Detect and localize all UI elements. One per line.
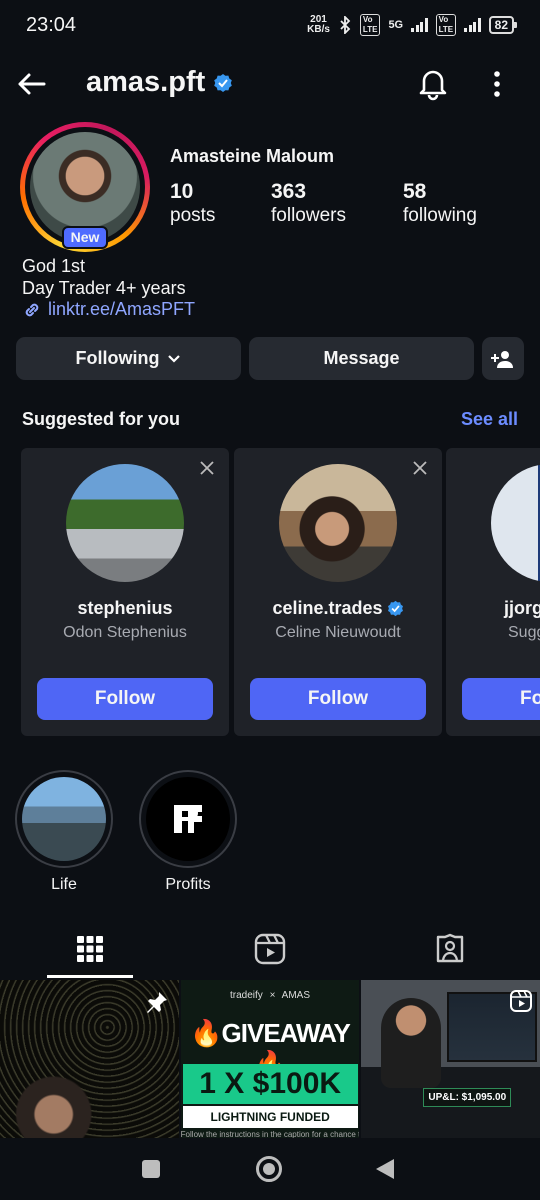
stat-followers[interactable]: 363 followers — [271, 180, 346, 228]
notification-bell-icon[interactable] — [414, 64, 452, 102]
home-button[interactable] — [256, 1156, 282, 1182]
post-pnl: UP&L: $1,095.00 — [423, 1088, 512, 1107]
follow-button[interactable]: Follow — [250, 678, 426, 720]
highlight-profits[interactable]: Profits — [138, 770, 238, 894]
volte-icon: Vo LTE — [359, 14, 381, 36]
verified-badge-icon — [387, 600, 403, 617]
bluetooth-icon — [340, 16, 351, 34]
stat-following[interactable]: 58 following — [403, 180, 477, 228]
close-icon[interactable] — [412, 460, 428, 476]
post-tile-2[interactable]: tradeify × AMAS 🔥GIVEAWAY🔥 1 X $100K LIG… — [180, 980, 360, 1138]
chevron-down-icon — [168, 354, 181, 363]
pin-icon — [146, 992, 167, 1013]
tagged-icon — [436, 933, 464, 963]
profile-header: amas.pft — [0, 58, 540, 108]
see-all-link[interactable]: See all — [461, 409, 518, 430]
network-speed: 201 KB/s — [307, 14, 330, 35]
back-arrow-icon[interactable] — [14, 66, 50, 102]
profile-bio: God 1st Day Trader 4+ years — [22, 256, 186, 298]
suggested-name: Sugg — [508, 624, 540, 641]
tab-grid[interactable] — [0, 920, 180, 978]
recent-apps-button[interactable] — [142, 1160, 160, 1178]
pf-logo-icon — [174, 805, 202, 833]
post-tile-3[interactable]: UP&L: $1,095.00 — [361, 980, 540, 1138]
suggested-name: Odon Stephenius — [63, 624, 187, 641]
clock: 23:04 — [26, 13, 77, 36]
suggested-avatar — [66, 464, 184, 582]
highlight-cover — [22, 777, 106, 861]
highlight-life[interactable]: Life — [14, 770, 114, 894]
add-person-button[interactable] — [482, 337, 524, 380]
post-amount: 1 X $100K — [182, 1064, 358, 1104]
suggested-card-stephenius[interactable]: stephenius Odon Stephenius Follow — [21, 448, 229, 736]
profile-full-name: Amasteine Maloum — [170, 146, 335, 166]
post-sub: LIGHTNING FUNDED — [182, 1106, 358, 1128]
new-story-badge: New — [62, 226, 108, 249]
suggested-avatar — [279, 464, 397, 582]
signal-icon — [411, 18, 428, 32]
system-nav-bar — [0, 1138, 540, 1200]
stat-posts[interactable]: 10 posts — [170, 180, 215, 228]
signal-icon-2 — [464, 18, 481, 32]
post-tile-1[interactable] — [0, 980, 179, 1138]
post-footer: Follow the instructions in the caption f… — [180, 1130, 360, 1138]
verified-badge-icon — [214, 73, 233, 92]
suggested-username: jjorg — [504, 598, 540, 618]
suggested-card-celine[interactable]: celine.trades Celine Nieuwoudt Follow — [234, 448, 442, 736]
suggested-card-jjorg[interactable]: jjorg Sugg Fo — [446, 448, 540, 736]
grid-icon — [77, 936, 103, 962]
back-nav-icon[interactable] — [374, 1158, 396, 1180]
suggested-name: Celine Nieuwoudt — [275, 624, 401, 641]
reels-icon — [254, 933, 286, 965]
network-type: 5G — [388, 19, 404, 31]
post-person — [381, 998, 442, 1088]
following-button[interactable]: Following — [16, 337, 241, 380]
follow-button[interactable]: Follow — [37, 678, 213, 720]
status-icons: 201 KB/s Vo LTE 5G Vo LTE 82 — [307, 14, 518, 36]
profile-username: amas.pft — [86, 66, 233, 99]
link-icon — [25, 303, 39, 316]
tab-reels[interactable] — [180, 920, 360, 978]
tab-tagged[interactable] — [360, 920, 540, 978]
follow-button[interactable]: Fo — [462, 678, 540, 720]
close-icon[interactable] — [199, 460, 215, 476]
more-options-icon[interactable] — [484, 66, 510, 102]
active-tab-indicator — [47, 975, 133, 978]
reel-indicator-icon — [510, 990, 533, 1012]
content-tabs — [0, 920, 540, 978]
message-button[interactable]: Message — [249, 337, 474, 380]
suggested-avatar — [491, 464, 540, 582]
suggested-username: stephenius — [77, 598, 173, 618]
suggested-title: Suggested for you — [22, 409, 181, 429]
volte-icon-2: Vo LTE — [435, 14, 457, 36]
profile-link[interactable]: linktr.ee/AmasPFT — [22, 299, 195, 320]
highlight-cover — [146, 777, 230, 861]
suggested-username: celine.trades — [234, 598, 442, 619]
status-bar: 23:04 201 KB/s Vo LTE 5G Vo LTE 82 — [0, 0, 540, 50]
add-person-icon — [491, 350, 513, 368]
post-brand-line: tradeify × AMAS — [230, 990, 310, 1001]
battery-icon: 82 — [488, 16, 518, 34]
fire-icon: 🔥 — [190, 1018, 222, 1048]
posts-grid: tradeify × AMAS 🔥GIVEAWAY🔥 1 X $100K LIG… — [0, 980, 540, 1138]
